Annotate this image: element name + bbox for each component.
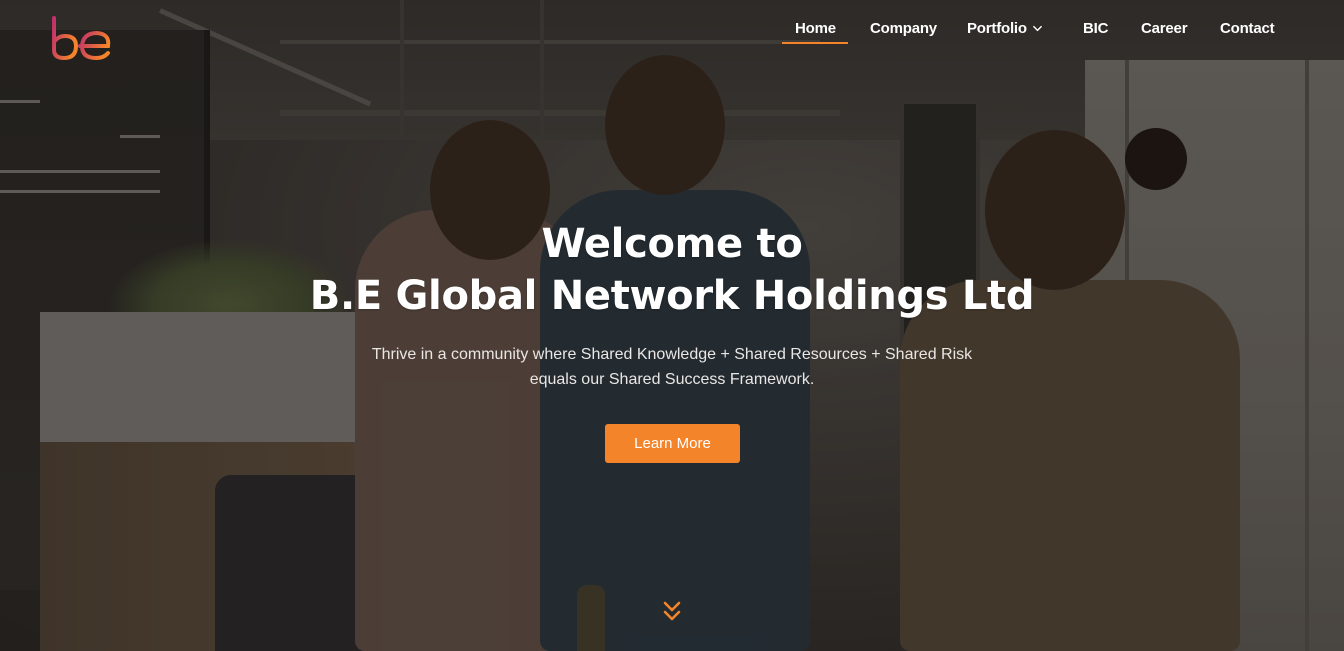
nav-career[interactable]: Career [1141, 20, 1188, 37]
chevron-down-icon [1032, 25, 1042, 32]
nav-company[interactable]: Company [870, 20, 937, 37]
nav-contact[interactable]: Contact [1220, 20, 1275, 37]
hero-title: Welcome to B.E Global Network Holdings L… [0, 218, 1344, 322]
hero-title-line-2: B.E Global Network Holdings Ltd [309, 273, 1035, 319]
nav-home[interactable]: Home [795, 20, 836, 37]
hero-dark-overlay [0, 0, 1344, 651]
scroll-down-button[interactable] [661, 600, 683, 624]
brand-logo[interactable] [50, 16, 116, 62]
learn-more-button[interactable]: Learn More [605, 424, 740, 463]
hero-subtitle-line-1: Thrive in a community where Shared Knowl… [371, 346, 973, 363]
hero-section: Home Company Portfolio BIC Career Contac… [0, 0, 1344, 651]
double-chevron-down-icon [663, 601, 681, 621]
nav-portfolio[interactable]: Portfolio [967, 20, 1043, 37]
nav-portfolio-label: Portfolio [967, 20, 1027, 37]
hero-title-line-1: Welcome to [541, 221, 803, 267]
hero-subtitle-line-2: equals our Shared Success Framework. [529, 371, 815, 388]
hero-subtitle: Thrive in a community where Shared Knowl… [0, 342, 1344, 392]
be-logo-icon [52, 16, 111, 61]
nav-bic[interactable]: BIC [1083, 20, 1108, 37]
nav-active-underline [782, 42, 848, 44]
